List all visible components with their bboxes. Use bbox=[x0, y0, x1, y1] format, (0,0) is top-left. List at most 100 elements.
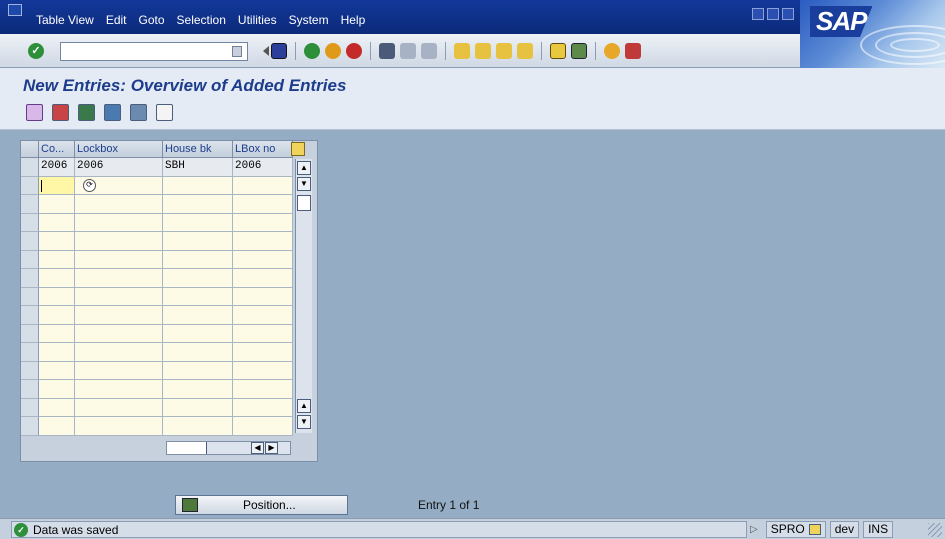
cell-company-code[interactable] bbox=[39, 417, 75, 436]
cell-company-code[interactable] bbox=[39, 250, 75, 269]
cell-lockbox[interactable] bbox=[75, 417, 163, 436]
cell-lbox-no[interactable] bbox=[233, 287, 293, 306]
cell-lbox-no[interactable]: 2006 bbox=[233, 158, 293, 177]
menu-edit[interactable]: Edit bbox=[106, 13, 127, 27]
resize-grip-icon[interactable] bbox=[928, 523, 942, 537]
cell-lbox-no[interactable] bbox=[233, 306, 293, 325]
scroll-up-icon[interactable]: ▲ bbox=[297, 161, 311, 175]
cell-lbox-no[interactable] bbox=[233, 380, 293, 399]
cell-company-code[interactable] bbox=[39, 176, 75, 195]
first-page-icon[interactable] bbox=[454, 43, 470, 59]
cell-company-code[interactable] bbox=[39, 380, 75, 399]
row-selector[interactable] bbox=[21, 195, 39, 214]
cell-company-code[interactable]: 2006 bbox=[39, 158, 75, 177]
cell-house-bank[interactable] bbox=[163, 250, 233, 269]
save-icon[interactable] bbox=[271, 43, 287, 59]
back-green-icon[interactable] bbox=[304, 43, 320, 59]
back-icon[interactable] bbox=[256, 43, 269, 59]
select-all-icon[interactable] bbox=[78, 104, 95, 121]
cell-lockbox[interactable] bbox=[75, 398, 163, 417]
cell-house-bank[interactable] bbox=[163, 213, 233, 232]
row-selector[interactable] bbox=[21, 361, 39, 380]
cell-house-bank[interactable] bbox=[163, 361, 233, 380]
minimize-icon[interactable] bbox=[752, 8, 764, 20]
shortcut-icon[interactable] bbox=[571, 43, 587, 59]
find-next-icon[interactable] bbox=[421, 43, 437, 59]
close-icon[interactable] bbox=[782, 8, 794, 20]
cell-house-bank[interactable] bbox=[163, 195, 233, 214]
cell-company-code[interactable] bbox=[39, 324, 75, 343]
cell-house-bank[interactable] bbox=[163, 417, 233, 436]
cell-house-bank[interactable] bbox=[163, 232, 233, 251]
cell-company-code[interactable] bbox=[39, 287, 75, 306]
layout-icon[interactable] bbox=[625, 43, 641, 59]
horizontal-scrollbar[interactable]: ◀ ▶ bbox=[166, 441, 291, 455]
table-settings-icon[interactable] bbox=[291, 142, 305, 156]
cell-company-code[interactable] bbox=[39, 213, 75, 232]
cell-house-bank[interactable] bbox=[163, 306, 233, 325]
vertical-scrollbar[interactable]: ▲ ▼ ▲ ▼ bbox=[295, 159, 312, 433]
deselect-icon[interactable] bbox=[130, 104, 147, 121]
cell-house-bank[interactable] bbox=[163, 380, 233, 399]
menu-table-view[interactable]: Table View bbox=[36, 13, 94, 27]
change-icon[interactable] bbox=[26, 104, 43, 121]
system-menu-icon[interactable] bbox=[8, 4, 22, 16]
row-selector[interactable] bbox=[21, 213, 39, 232]
column-header-lockbox[interactable]: Lockbox bbox=[75, 141, 163, 158]
row-selector[interactable] bbox=[21, 306, 39, 325]
menu-utilities[interactable]: Utilities bbox=[238, 13, 277, 27]
scroll-page-up-icon[interactable]: ▲ bbox=[297, 399, 311, 413]
find-icon[interactable] bbox=[400, 43, 416, 59]
scroll-page-down-icon[interactable]: ▼ bbox=[297, 415, 311, 429]
cell-company-code[interactable] bbox=[39, 398, 75, 417]
cell-lockbox[interactable]: 2006 bbox=[75, 158, 163, 177]
transaction-box[interactable]: SPRO bbox=[765, 521, 826, 538]
column-header-house-bank[interactable]: House bk bbox=[163, 141, 233, 158]
command-field[interactable] bbox=[60, 42, 248, 61]
cell-lbox-no[interactable] bbox=[233, 361, 293, 380]
cell-lockbox[interactable] bbox=[75, 306, 163, 325]
cancel-icon[interactable] bbox=[346, 43, 362, 59]
scroll-left-icon[interactable]: ◀ bbox=[251, 442, 264, 454]
cell-lbox-no[interactable] bbox=[233, 343, 293, 362]
create-session-icon[interactable] bbox=[550, 43, 566, 59]
exit-icon[interactable] bbox=[325, 43, 341, 59]
column-header-lbox-no[interactable]: LBox no bbox=[233, 141, 293, 158]
cell-lbox-no[interactable] bbox=[233, 213, 293, 232]
print-icon[interactable] bbox=[379, 43, 395, 59]
cell-lockbox[interactable] bbox=[75, 213, 163, 232]
last-page-icon[interactable] bbox=[517, 43, 533, 59]
row-selector[interactable] bbox=[21, 343, 39, 362]
cell-company-code[interactable] bbox=[39, 343, 75, 362]
next-page-icon[interactable] bbox=[496, 43, 512, 59]
cell-lbox-no[interactable] bbox=[233, 195, 293, 214]
help-icon[interactable] bbox=[604, 43, 620, 59]
cell-company-code[interactable] bbox=[39, 361, 75, 380]
select-block-icon[interactable] bbox=[104, 104, 121, 121]
cell-lbox-no[interactable] bbox=[233, 176, 293, 195]
cell-house-bank[interactable] bbox=[163, 176, 233, 195]
cell-lockbox[interactable] bbox=[75, 343, 163, 362]
row-selector[interactable] bbox=[21, 269, 39, 288]
cell-house-bank[interactable]: SBH bbox=[163, 158, 233, 177]
cell-lockbox[interactable] bbox=[75, 287, 163, 306]
cell-lockbox[interactable] bbox=[75, 195, 163, 214]
command-history-icon[interactable] bbox=[232, 46, 242, 57]
row-selector[interactable] bbox=[21, 232, 39, 251]
cell-company-code[interactable] bbox=[39, 269, 75, 288]
cell-lbox-no[interactable] bbox=[233, 250, 293, 269]
scroll-down-icon[interactable]: ▼ bbox=[297, 177, 311, 191]
expand-status-icon[interactable]: ▷ bbox=[750, 524, 758, 535]
cell-house-bank[interactable] bbox=[163, 343, 233, 362]
maximize-icon[interactable] bbox=[767, 8, 779, 20]
details-icon[interactable] bbox=[156, 104, 173, 121]
cell-house-bank[interactable] bbox=[163, 269, 233, 288]
value-help-icon[interactable]: ⟳ bbox=[83, 178, 96, 192]
cell-lockbox[interactable]: ⟳ bbox=[75, 176, 163, 195]
cell-lockbox[interactable] bbox=[75, 380, 163, 399]
column-header-company-code[interactable]: Co... bbox=[39, 141, 75, 158]
cell-lbox-no[interactable] bbox=[233, 398, 293, 417]
cell-house-bank[interactable] bbox=[163, 287, 233, 306]
cell-lockbox[interactable] bbox=[75, 232, 163, 251]
scroll-right-icon[interactable]: ▶ bbox=[265, 442, 278, 454]
